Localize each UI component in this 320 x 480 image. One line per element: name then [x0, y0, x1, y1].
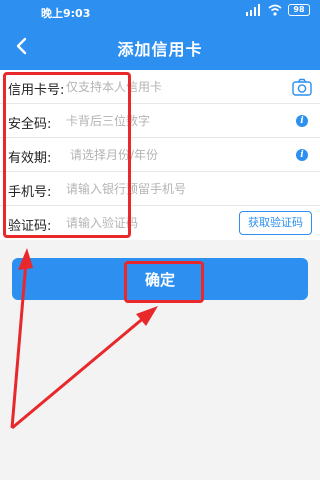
wifi-icon: [268, 4, 282, 16]
status-bar: 晚上9:03 98: [0, 0, 320, 24]
security-code-row: 安全码: i: [0, 104, 320, 138]
security-code-input[interactable]: [66, 110, 276, 132]
signal-icon: [246, 4, 262, 16]
status-icons: 98: [246, 4, 310, 16]
phone-label: 手机号:: [8, 185, 52, 200]
battery-icon: 98: [288, 4, 310, 16]
card-number-row: 信用卡号:: [0, 70, 320, 104]
phone-input[interactable]: [66, 178, 276, 200]
expiry-row: 有效期: i: [0, 138, 320, 172]
verification-row: 验证码: 获取验证码: [0, 206, 320, 240]
confirm-button[interactable]: 确定: [12, 258, 308, 300]
security-code-label: 安全码:: [8, 117, 52, 132]
phone-row: 手机号:: [0, 172, 320, 206]
verification-label: 验证码:: [8, 219, 52, 234]
info-icon[interactable]: i: [296, 149, 308, 161]
expiry-label: 有效期:: [8, 151, 52, 166]
card-number-label: 信用卡号:: [8, 83, 65, 98]
credit-card-form: 信用卡号: 安全码: i 有效期: i 手机号: 验证码: 获取验证码: [0, 70, 320, 240]
nav-bar: 添加信用卡: [0, 24, 320, 70]
verification-input[interactable]: [66, 212, 226, 234]
camera-icon[interactable]: [292, 78, 312, 96]
card-number-input[interactable]: [66, 76, 276, 98]
expiry-input[interactable]: [70, 144, 280, 166]
arrow-to-confirm: [11, 306, 158, 430]
page-title: 添加信用卡: [117, 40, 203, 59]
get-code-button[interactable]: 获取验证码: [239, 211, 312, 235]
info-icon[interactable]: i: [296, 115, 308, 127]
status-time: 晚上9:03: [41, 7, 91, 20]
